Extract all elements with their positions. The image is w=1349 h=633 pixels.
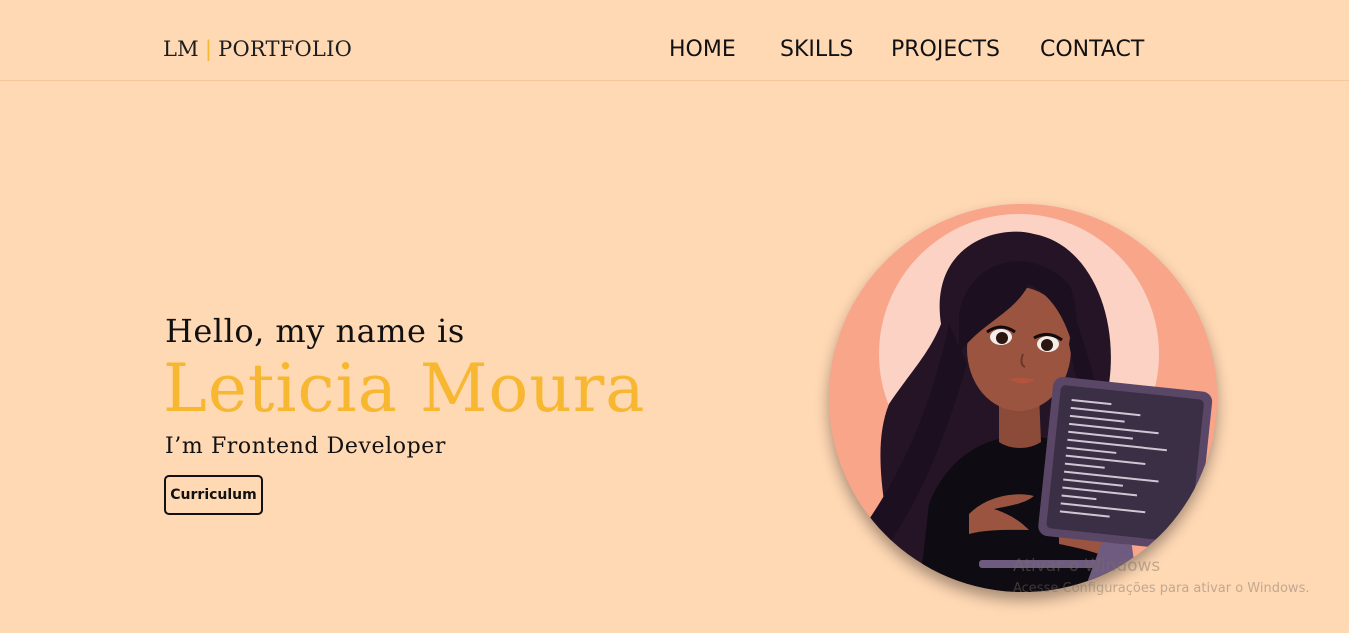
- nav-home-link[interactable]: HOME: [669, 36, 736, 64]
- nav-contact-link[interactable]: CONTACT: [1040, 36, 1144, 64]
- windows-activation-subtitle: Acesse Configurações para ativar o Windo…: [1013, 581, 1310, 596]
- avatar: [829, 204, 1217, 592]
- logo-initials: LM: [163, 37, 199, 61]
- nav-projects-link[interactable]: PROJECTS: [891, 36, 1000, 64]
- girl-with-computer-illustration-icon: [829, 204, 1217, 592]
- site-logo[interactable]: LM | PORTFOLIO: [163, 34, 352, 64]
- hero-role: I’m Frontend Developer: [165, 434, 447, 459]
- curriculum-button[interactable]: Curriculum: [164, 475, 263, 515]
- nav-skills-link[interactable]: SKILLS: [780, 36, 853, 64]
- logo-separator: |: [204, 37, 213, 61]
- windows-activation-title: Ativar o Windows: [1013, 556, 1161, 576]
- hero-name: Leticia Moura: [163, 350, 646, 427]
- site-header: LM | PORTFOLIO HOME SKILLS PROJECTS CONTAC…: [0, 0, 1349, 81]
- logo-word: PORTFOLIO: [218, 37, 352, 61]
